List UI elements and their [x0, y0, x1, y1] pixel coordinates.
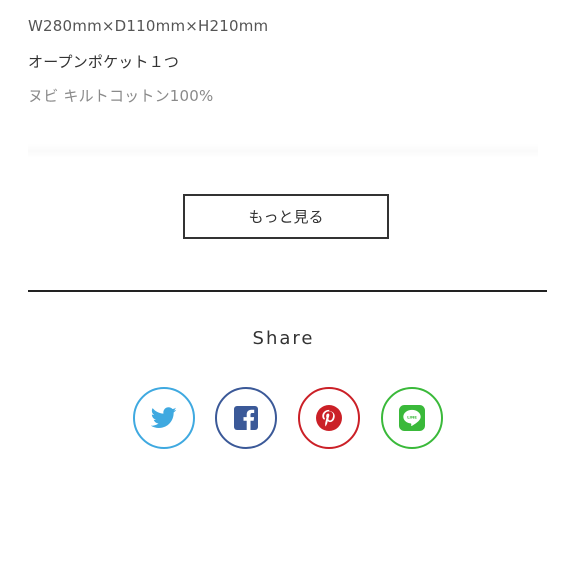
twitter-bird-icon — [151, 407, 177, 429]
spec-material: ヌビ キルトコットン100% — [28, 87, 214, 105]
share-line-button[interactable]: LINE — [381, 387, 443, 449]
share-facebook-button[interactable] — [215, 387, 277, 449]
text-fade-overlay — [28, 144, 538, 158]
section-divider — [28, 290, 547, 292]
pinterest-p-icon — [316, 405, 342, 431]
line-chat-icon: LINE — [399, 405, 425, 431]
share-pinterest-button[interactable] — [298, 387, 360, 449]
facebook-f-icon — [234, 406, 258, 430]
show-more-button[interactable]: もっと見る — [183, 194, 389, 239]
share-heading: Share — [252, 328, 315, 349]
spec-dimensions: W280mm×D110mm×H210mm — [28, 17, 269, 35]
share-twitter-button[interactable] — [133, 387, 195, 449]
page: W280mm×D110mm×H210mm オープンポケット１つ ヌビ キルトコッ… — [0, 0, 567, 567]
svg-text:LINE: LINE — [407, 415, 417, 420]
spec-pocket: オープンポケット１つ — [28, 53, 180, 71]
share-buttons: LINE — [0, 387, 567, 449]
